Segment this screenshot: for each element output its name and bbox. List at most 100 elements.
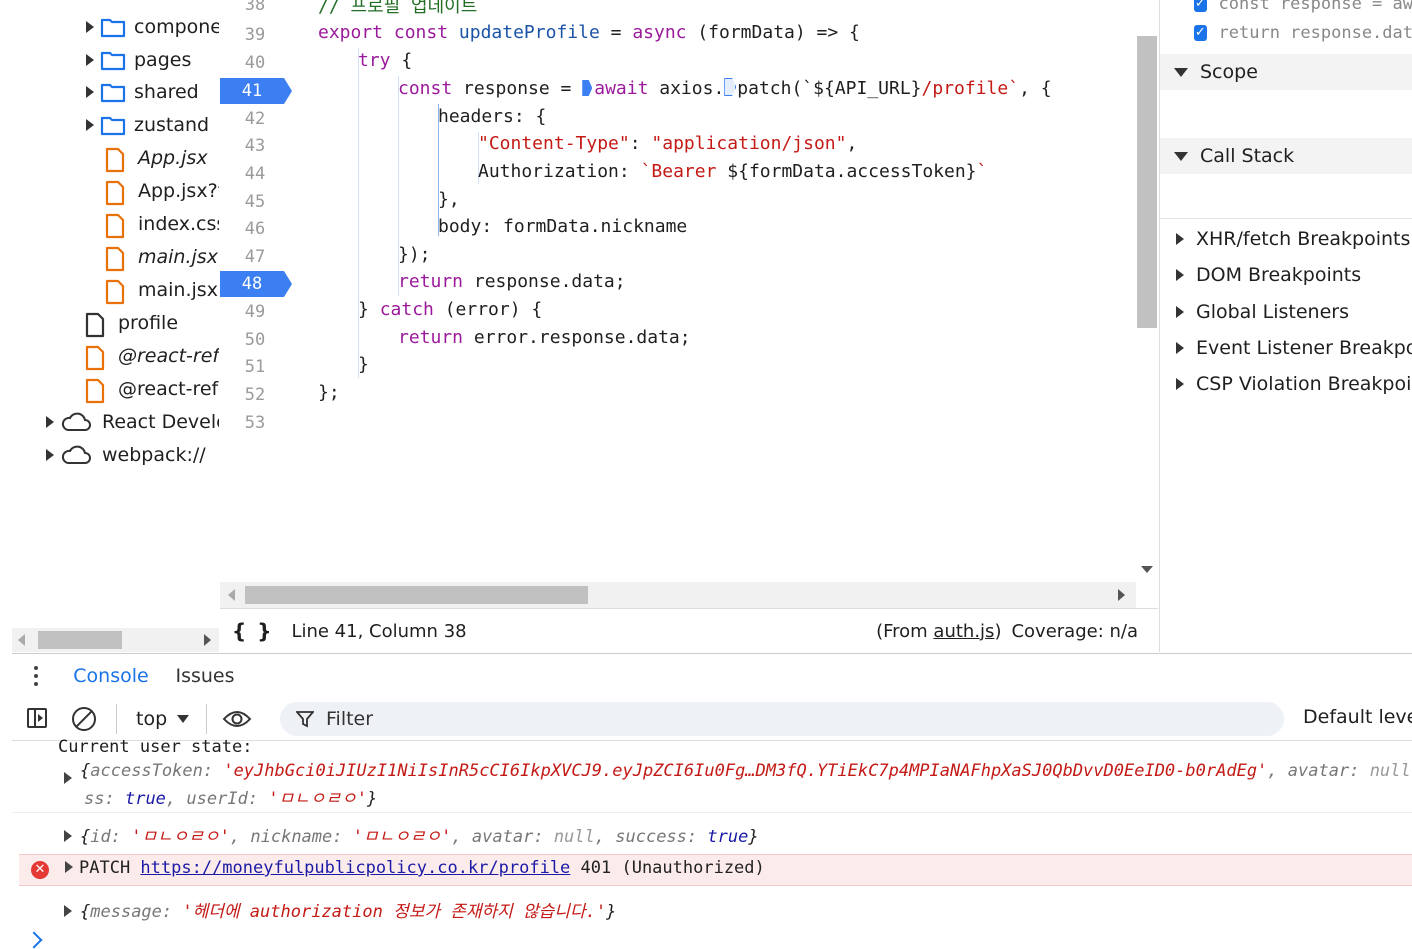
tree-item[interactable]: App.jsx: [104, 141, 208, 174]
breakpoint-line-number[interactable]: 48: [220, 271, 292, 297]
expand-arrow-icon: [1176, 341, 1184, 354]
scroll-right-arrow-icon[interactable]: [1118, 589, 1125, 601]
tree-item[interactable]: App.jsx?t: [104, 174, 219, 207]
source-file-link[interactable]: auth.js: [933, 621, 994, 642]
section-label: Global Listeners: [1196, 300, 1349, 323]
line-number[interactable]: 45: [220, 189, 290, 215]
tree-item[interactable]: webpack://: [46, 438, 206, 471]
request-url-link[interactable]: https://moneyfulpublicpolicy.co.kr/profi…: [140, 858, 570, 878]
line-number[interactable]: 46: [220, 216, 290, 242]
tree-item[interactable]: @react-refr: [84, 372, 219, 405]
editor-vertical-scrollbar-thumb[interactable]: [1137, 36, 1157, 328]
checkbox-checked-icon[interactable]: ✓: [1194, 25, 1207, 41]
scroll-left-arrow-icon[interactable]: [228, 589, 235, 601]
watch-expression[interactable]: ✓ return response.dat: [1160, 15, 1412, 51]
collapse-arrow-icon[interactable]: [86, 53, 94, 66]
console-object-preview[interactable]: {id: 'ㅁㄴㅇㄹㅇ', nickname: 'ㅁㄴㅇㄹㅇ', avatar:…: [64, 822, 1412, 847]
collapse-arrow-icon[interactable]: [86, 85, 94, 98]
scroll-down-arrow-icon[interactable]: [1141, 566, 1153, 573]
file-icon: [84, 345, 108, 370]
console-error-row[interactable]: ✕ PATCH https://moneyfulpublicpolicy.co.…: [19, 854, 1412, 886]
tree-item[interactable]: index.css: [104, 207, 219, 240]
live-expression-eye-icon[interactable]: [222, 709, 252, 729]
collapse-arrow-icon[interactable]: [46, 415, 54, 428]
tree-item-label: profile: [118, 311, 179, 334]
scroll-right-arrow-icon[interactable]: [204, 634, 211, 646]
console-filter-input[interactable]: Filter: [280, 702, 1284, 736]
debugger-sidebar: ✓ const response = aw ✓ return response.da…: [1159, 0, 1412, 652]
console-object-preview[interactable]: {accessToken: 'eyJhbGci0iJIUzI1NiIsInR5c…: [64, 761, 1412, 784]
line-number[interactable]: 52: [220, 382, 290, 408]
tree-item-label: App.jsx?t: [138, 179, 219, 202]
collapse-arrow-icon[interactable]: [86, 20, 94, 33]
tree-item[interactable]: pages: [86, 43, 191, 76]
expand-object-arrow-icon[interactable]: [64, 772, 72, 784]
more-options-icon[interactable]: [34, 666, 38, 688]
line-number[interactable]: 47: [220, 244, 290, 270]
line-number[interactable]: 53: [220, 410, 290, 436]
tab-issues[interactable]: Issues: [172, 654, 238, 698]
breakpoint-section-header[interactable]: CSP Violation Breakpoin: [1160, 366, 1412, 402]
console-object-preview[interactable]: {message: '헤더에 authorization 정보가 존재하지 않습…: [64, 897, 1412, 922]
sidebar-toggle-icon[interactable]: [27, 708, 47, 728]
scrollbar-thumb[interactable]: [38, 631, 122, 649]
tree-item[interactable]: @react-refr: [84, 339, 219, 372]
breakpoint-section-header[interactable]: Global Listeners: [1160, 294, 1412, 330]
line-number[interactable]: 51: [220, 354, 290, 380]
tree-item[interactable]: main.jsx?: [104, 273, 219, 306]
call-stack-section-header[interactable]: Call Stack: [1160, 138, 1412, 174]
tree-item[interactable]: main.jsx: [104, 240, 218, 273]
line-number[interactable]: 39: [220, 22, 290, 48]
line-number[interactable]: 43: [220, 133, 290, 159]
inline-breakpoint-marker-icon[interactable]: [724, 78, 737, 96]
expand-error-arrow-icon[interactable]: [65, 861, 73, 873]
collapse-arrow-icon[interactable]: [86, 118, 94, 131]
breakpoint-section-header[interactable]: Event Listener Breakpoir: [1160, 330, 1412, 366]
cloud-icon: [60, 444, 92, 466]
file-tree-horizontal-scrollbar[interactable]: [12, 628, 219, 652]
console-log-message: Current user state:: [58, 737, 253, 757]
section-label: Event Listener Breakpoir: [1196, 336, 1412, 359]
log-levels-dropdown[interactable]: Default level: [1303, 706, 1412, 728]
line-number[interactable]: 49: [220, 299, 290, 325]
console-object-preview-continued: ss: true, userId: 'ㅁㄴㅇㄹㅇ'}: [84, 789, 378, 809]
expand-object-arrow-icon[interactable]: [64, 830, 72, 842]
code-line-51: }: [358, 354, 369, 375]
line-number[interactable]: 44: [220, 161, 290, 187]
tree-item[interactable]: shared: [86, 75, 199, 108]
tree-item[interactable]: compone: [86, 10, 219, 43]
tree-item[interactable]: zustand: [86, 108, 209, 141]
breakpoint-line-number[interactable]: 41: [220, 78, 292, 104]
editor-horizontal-scrollbar-thumb[interactable]: [245, 586, 588, 604]
tree-item[interactable]: profile: [84, 306, 178, 339]
scope-section-header[interactable]: Scope: [1160, 54, 1412, 90]
scroll-left-arrow-icon[interactable]: [18, 634, 25, 646]
console-prompt-icon[interactable]: [25, 931, 43, 949]
tree-item[interactable]: React Develop: [46, 405, 219, 438]
breakpoint-section-header[interactable]: XHR/fetch Breakpoints: [1160, 221, 1412, 257]
expand-object-arrow-icon[interactable]: [64, 905, 72, 917]
code-line-49: } catch (error) {: [358, 299, 543, 320]
inline-breakpoint-marker-icon[interactable]: [582, 80, 593, 96]
checkbox-checked-icon[interactable]: ✓: [1194, 0, 1207, 12]
line-number-gutter[interactable]: 38 39 40 41 42 43 44 45 46 47 48 49 50 51 52 53: [220, 0, 300, 582]
code-editor[interactable]: 38 39 40 41 42 43 44 45 46 47 48 49 50 51 52 53 // 프로필 …: [220, 0, 1158, 608]
tab-console[interactable]: Console: [60, 654, 162, 700]
line-number[interactable]: 42: [220, 106, 290, 132]
tree-item-label: shared: [134, 80, 199, 103]
pretty-print-braces-icon[interactable]: { }: [232, 619, 273, 643]
coverage-status: Coverage: n/a: [1011, 620, 1138, 642]
code-line-42: headers: {: [438, 106, 547, 127]
tree-item-label: zustand: [134, 113, 210, 136]
line-number[interactable]: 38: [220, 0, 290, 18]
line-number[interactable]: 50: [220, 327, 290, 353]
clear-console-icon[interactable]: [72, 707, 96, 731]
breakpoint-section-header[interactable]: DOM Breakpoints: [1160, 257, 1412, 293]
message-divider: [12, 812, 1412, 813]
section-label: XHR/fetch Breakpoints: [1196, 228, 1411, 250]
line-number[interactable]: 40: [220, 50, 290, 76]
source-from: (From auth.js): [876, 620, 1002, 642]
collapse-arrow-icon[interactable]: [46, 448, 54, 461]
context-selector[interactable]: top: [136, 706, 190, 732]
tree-item-label: App.jsx: [138, 146, 208, 169]
